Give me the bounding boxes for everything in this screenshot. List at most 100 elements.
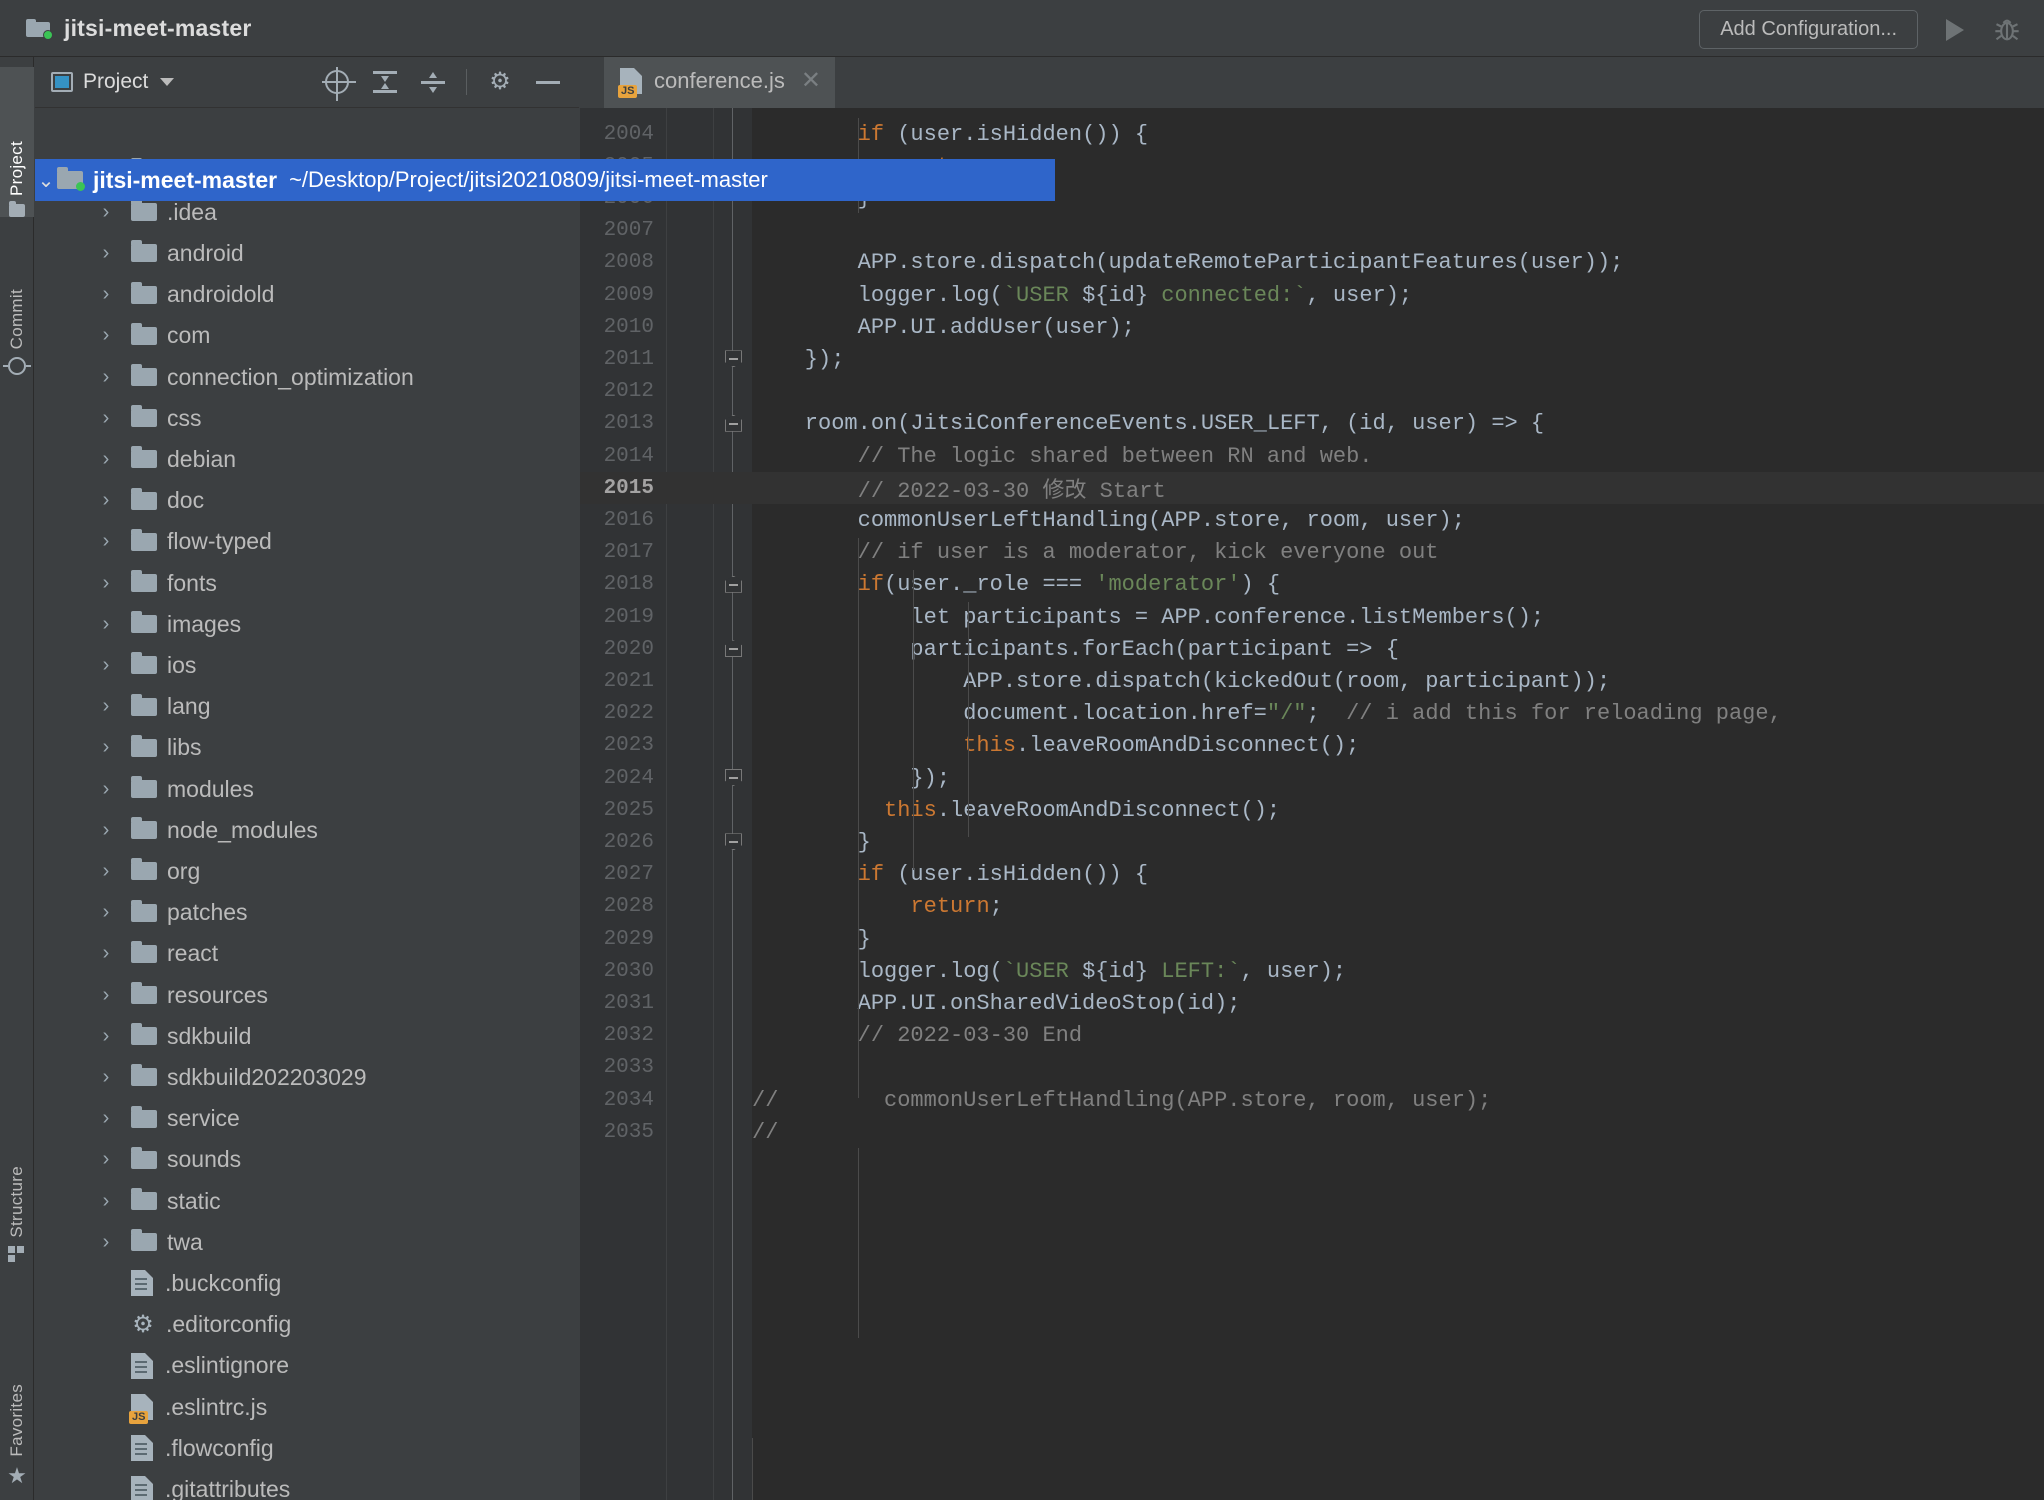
chevron-right-icon[interactable]: › — [95, 324, 117, 347]
tree-row-root[interactable]: ⌄ jitsi-meet-master ~/Desktop/Project/ji… — [35, 159, 1055, 201]
code-line[interactable]: 2020 participants.forEach(participant =>… — [580, 633, 2044, 665]
chevron-right-icon[interactable]: › — [95, 1190, 117, 1213]
tree-row[interactable]: › resources — [35, 974, 268, 1016]
tree-row[interactable]: › connection_optimization — [35, 356, 414, 398]
tree-row[interactable]: › modules — [35, 768, 254, 810]
chevron-right-icon[interactable]: › — [95, 530, 117, 553]
code-line[interactable]: 2022 document.location.href="/"; // i ad… — [580, 698, 2044, 730]
tree-row[interactable]: › lang — [35, 686, 211, 728]
chevron-right-icon[interactable]: › — [95, 942, 117, 965]
code-line[interactable]: 2033 — [580, 1052, 2044, 1084]
code-line[interactable]: 2025 this.leaveRoomAndDisconnect(); — [580, 794, 2044, 826]
code-line[interactable]: 2019 let participants = APP.conference.l… — [580, 601, 2044, 633]
collapse-all-button[interactable] — [414, 63, 452, 101]
tree-row[interactable]: .buckconfig — [35, 1262, 281, 1304]
tree-row[interactable]: JS .eslintrc.js — [35, 1386, 267, 1428]
chevron-right-icon[interactable]: › — [95, 242, 117, 265]
code-line[interactable]: 2015 // 2022-03-30 修改 Start — [580, 472, 2044, 505]
debug-button[interactable] — [1992, 15, 2022, 45]
chevron-right-icon[interactable]: › — [95, 654, 117, 677]
locate-file-button[interactable] — [318, 63, 356, 101]
chevron-down-icon[interactable] — [160, 78, 175, 86]
code-line[interactable]: 2026 } — [580, 826, 2044, 858]
chevron-right-icon[interactable]: › — [95, 1107, 117, 1130]
tree-row[interactable]: › sdkbuild202203029 — [35, 1056, 367, 1098]
chevron-down-icon[interactable]: ⌄ — [35, 168, 57, 193]
code-line[interactable]: 2031 APP.UI.onSharedVideoStop(id); — [580, 987, 2044, 1019]
tree-row[interactable]: › libs — [35, 727, 202, 769]
tree-row[interactable]: › service — [35, 1098, 240, 1140]
chevron-right-icon[interactable]: › — [95, 1148, 117, 1171]
tree-row[interactable]: › static — [35, 1180, 221, 1222]
chevron-right-icon[interactable]: › — [95, 489, 117, 512]
code-line[interactable]: 2008 APP.store.dispatch(updateRemotePart… — [580, 247, 2044, 279]
run-button[interactable] — [1940, 15, 1970, 45]
tree-row[interactable]: › images — [35, 603, 242, 645]
chevron-right-icon[interactable]: › — [95, 1025, 117, 1048]
code-line[interactable]: 2012 — [580, 376, 2044, 408]
close-icon[interactable]: ✕ — [801, 69, 821, 93]
project-tree[interactable]: ›.github›.idea›android›androidold›com›co… — [35, 108, 579, 1500]
tree-row[interactable]: › debian — [35, 438, 236, 480]
tree-row[interactable]: ⚙ .editorconfig — [35, 1304, 291, 1346]
chevron-right-icon[interactable]: › — [95, 736, 117, 759]
code-line[interactable]: 2030 logger.log(`USER ${id} LEFT:`, user… — [580, 955, 2044, 987]
tree-row[interactable]: › sdkbuild — [35, 1015, 252, 1057]
code-line[interactable]: 2017 // if user is a moderator, kick eve… — [580, 537, 2044, 569]
sidebar-item-structure[interactable]: Structure — [0, 1087, 34, 1262]
tree-row[interactable]: › css — [35, 397, 202, 439]
code-line[interactable]: 2028 return; — [580, 891, 2044, 923]
code-line[interactable]: 2018 if(user._role === 'moderator') { — [580, 569, 2044, 601]
code-line[interactable]: 2023 this.leaveRoomAndDisconnect(); — [580, 730, 2044, 762]
code-line[interactable]: 2010 APP.UI.addUser(user); — [580, 311, 2044, 343]
tree-row[interactable]: › android — [35, 232, 244, 274]
code-line[interactable]: 2007 — [580, 215, 2044, 247]
tree-row[interactable]: .gitattributes — [35, 1468, 290, 1500]
code-line[interactable]: 2011 }); — [580, 343, 2044, 375]
chevron-right-icon[interactable]: › — [95, 1231, 117, 1254]
sidebar-item-commit[interactable]: Commit — [0, 225, 34, 375]
chevron-right-icon[interactable]: › — [95, 448, 117, 471]
chevron-right-icon[interactable]: › — [95, 901, 117, 924]
tree-row[interactable]: › doc — [35, 480, 204, 522]
code-line[interactable]: 2027 if (user.isHidden()) { — [580, 859, 2044, 891]
chevron-right-icon[interactable]: › — [95, 984, 117, 1007]
tree-row[interactable]: › flow-typed — [35, 521, 272, 563]
code-editor[interactable]: 2004 if (user.isHidden()) {2005 return;2… — [580, 108, 2044, 1500]
tree-row[interactable]: › org — [35, 850, 201, 892]
code-line[interactable]: 2034 // commonUserLeftHandling(APP.store,… — [580, 1084, 2044, 1116]
code-line[interactable]: 2013 room.on(JitsiConferenceEvents.USER_… — [580, 408, 2044, 440]
expand-all-button[interactable] — [366, 63, 404, 101]
chevron-right-icon[interactable]: › — [95, 695, 117, 718]
tree-row[interactable]: › ios — [35, 644, 197, 686]
sidebar-item-project[interactable]: Project — [0, 67, 34, 217]
settings-button[interactable]: ⚙ — [481, 63, 519, 101]
code-line[interactable]: 2035 // — [580, 1116, 2044, 1148]
add-configuration-button[interactable]: Add Configuration... — [1699, 10, 1918, 49]
code-line[interactable]: 2029 } — [580, 923, 2044, 955]
tree-row[interactable]: .flowconfig — [35, 1427, 274, 1469]
chevron-right-icon[interactable]: › — [95, 283, 117, 306]
code-line[interactable]: 2014 // The logic shared between RN and … — [580, 440, 2044, 472]
chevron-right-icon[interactable]: › — [95, 366, 117, 389]
tab-conference-js[interactable]: JS conference.js ✕ — [604, 57, 835, 108]
tree-row[interactable]: › fonts — [35, 562, 217, 604]
code-line[interactable]: 2016 commonUserLeftHandling(APP.store, r… — [580, 504, 2044, 536]
hide-panel-button[interactable] — [529, 63, 567, 101]
tree-row[interactable]: › react — [35, 933, 218, 975]
code-line[interactable]: 2032 // 2022-03-30 End — [580, 1020, 2044, 1052]
tree-row[interactable]: › node_modules — [35, 809, 318, 851]
tree-row[interactable]: .eslintignore — [35, 1345, 289, 1387]
code-line[interactable]: 2004 if (user.isHidden()) { — [580, 118, 2044, 150]
code-line[interactable]: 2009 logger.log(`USER ${id} connected:`,… — [580, 279, 2044, 311]
code-line[interactable]: 2024 }); — [580, 762, 2044, 794]
tree-row[interactable]: › twa — [35, 1221, 203, 1263]
code-line[interactable]: 2021 APP.store.dispatch(kickedOut(room, … — [580, 665, 2044, 697]
chevron-right-icon[interactable]: › — [95, 819, 117, 842]
tree-row[interactable]: › com — [35, 315, 211, 357]
sidebar-item-favorites[interactable]: ★ Favorites — [0, 1312, 34, 1487]
chevron-right-icon[interactable]: › — [95, 201, 117, 224]
tree-row[interactable]: › sounds — [35, 1139, 242, 1181]
tree-row[interactable]: › androidold — [35, 274, 275, 316]
chevron-right-icon[interactable]: › — [95, 613, 117, 636]
